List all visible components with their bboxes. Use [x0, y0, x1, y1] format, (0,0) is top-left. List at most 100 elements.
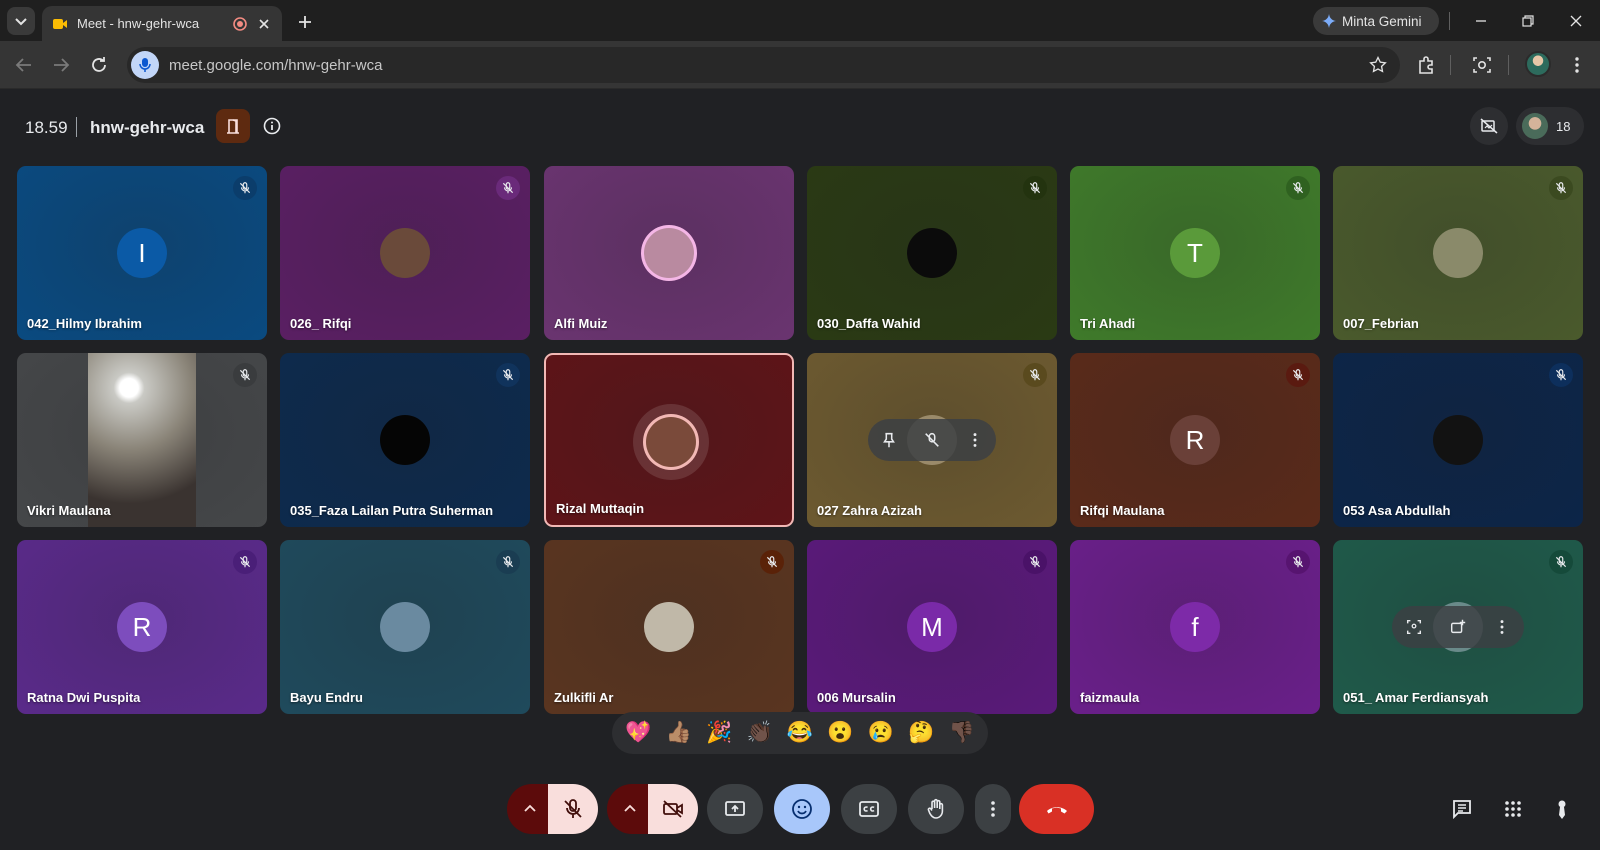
avatar: M — [907, 602, 957, 652]
browser-tab-meet[interactable]: Meet - hnw-gehr-wca — [42, 6, 282, 41]
raise-hand-button[interactable] — [908, 784, 964, 834]
reaction-thumbs-up[interactable]: 👍🏽 — [663, 721, 695, 745]
muted-indicator — [1023, 363, 1047, 387]
avatar: f — [1170, 602, 1220, 652]
more-vert-icon[interactable] — [966, 431, 984, 449]
participants-button[interactable]: 18 — [1516, 107, 1584, 145]
framing-icon[interactable] — [1405, 618, 1423, 636]
camera-toggle-button[interactable] — [648, 784, 698, 834]
address-bar[interactable]: meet.google.com/hnw-gehr-wca — [127, 47, 1400, 83]
participant-name: 035_Faza Lailan Putra Suherman — [290, 503, 494, 518]
profile-avatar[interactable] — [1525, 51, 1551, 77]
participant-tile[interactable]: Rizal Muttaqin — [544, 353, 794, 527]
participant-tile[interactable]: 026_ Rifqi — [280, 166, 530, 340]
bookmark-star-icon[interactable] — [1368, 55, 1388, 75]
muted-indicator — [496, 176, 520, 200]
muted-indicator — [496, 550, 520, 574]
avatar — [1522, 113, 1548, 139]
microphone-toggle-button[interactable] — [548, 784, 598, 834]
add-to-frame-icon[interactable] — [1449, 618, 1467, 636]
muted-indicator — [1023, 550, 1047, 574]
muted-indicator — [496, 363, 520, 387]
reaction-thinking[interactable]: 🤔 — [905, 721, 937, 745]
apps-grid-icon[interactable] — [1501, 797, 1525, 821]
mic-off-icon — [1029, 369, 1041, 381]
participant-video — [88, 353, 196, 527]
site-info-button[interactable] — [131, 51, 159, 79]
muted-indicator — [760, 550, 784, 574]
meeting-time: 18.59 — [25, 118, 68, 137]
participant-tile[interactable]: 035_Faza Lailan Putra Suherman — [280, 353, 530, 527]
reaction-party-popper[interactable]: 🎉 — [703, 721, 735, 745]
gemini-button[interactable]: Minta Gemini — [1313, 7, 1439, 35]
host-tools-lock-icon[interactable] — [1550, 797, 1574, 821]
more-options-button[interactable] — [975, 784, 1011, 834]
captions-button[interactable] — [841, 784, 897, 834]
participant-name: Bayu Endru — [290, 690, 363, 705]
participant-tile[interactable]: I 042_Hilmy Ibrahim — [17, 166, 267, 340]
more-vert-icon[interactable] — [1565, 53, 1589, 77]
participant-tile[interactable]: Zulkifli Ar — [544, 540, 794, 714]
participant-name: 027 Zahra Azizah — [817, 503, 923, 518]
close-tab-icon[interactable] — [256, 16, 272, 32]
participant-tile[interactable]: M 006 Mursalin — [807, 540, 1057, 714]
muted-indicator — [1286, 550, 1310, 574]
divider — [1450, 55, 1451, 75]
reaction-crying[interactable]: 😢 — [865, 721, 897, 745]
participant-name: 051_ Amar Ferdiansyah — [1343, 690, 1489, 705]
muted-indicator — [1023, 176, 1047, 200]
videocam-off-icon — [663, 800, 683, 818]
participant-tile[interactable]: f faizmaula — [1070, 540, 1320, 714]
reaction-surprised[interactable]: 😮 — [824, 721, 856, 745]
pin-icon[interactable] — [880, 431, 898, 449]
leave-call-button[interactable] — [1019, 784, 1094, 834]
participant-tile[interactable]: R Rifqi Maulana — [1070, 353, 1320, 527]
audio-options-button[interactable] — [507, 784, 553, 834]
participant-tile[interactable]: 027 Zahra Azizah — [807, 353, 1057, 527]
reaction-laughing[interactable]: 😂 — [784, 721, 816, 745]
reactions-button[interactable] — [774, 784, 830, 834]
self-view-camera-off-button[interactable] — [1470, 107, 1508, 145]
video-options-button[interactable] — [607, 784, 653, 834]
meeting-code: hnw-gehr-wca — [90, 118, 205, 137]
present-screen-button[interactable] — [707, 784, 763, 834]
participant-tile[interactable]: Alfi Muiz — [544, 166, 794, 340]
forward-arrow-icon[interactable] — [49, 53, 73, 77]
avatar-initial: I — [138, 237, 146, 268]
avatar — [1433, 415, 1483, 465]
minimize-icon[interactable] — [1470, 10, 1492, 32]
close-window-icon[interactable] — [1565, 10, 1587, 32]
participant-name: 042_Hilmy Ibrahim — [27, 316, 142, 331]
participant-tile[interactable]: Vikri Maulana — [17, 353, 267, 527]
reload-icon[interactable] — [87, 53, 111, 77]
avatar — [1433, 228, 1483, 278]
mic-off-icon — [1029, 182, 1041, 194]
more-vert-icon[interactable] — [1493, 618, 1511, 636]
tab-search-button[interactable] — [7, 7, 35, 35]
new-tab-icon[interactable] — [294, 11, 316, 33]
screen-capture-icon[interactable] — [1470, 53, 1494, 77]
participant-tile[interactable]: R Ratna Dwi Puspita — [17, 540, 267, 714]
gemini-label: Minta Gemini — [1342, 13, 1422, 29]
participant-tile[interactable]: 053 Asa Abdullah — [1333, 353, 1583, 527]
back-arrow-icon[interactable] — [12, 53, 36, 77]
avatar — [380, 415, 430, 465]
meeting-info-icon[interactable] — [262, 116, 282, 136]
restore-icon[interactable] — [1517, 10, 1539, 32]
participant-tile[interactable]: 007_Febrian — [1333, 166, 1583, 340]
extensions-puzzle-icon[interactable] — [1415, 53, 1439, 77]
avatar-initial: R — [132, 611, 152, 642]
reaction-thumbs-down[interactable]: 👎🏿 — [946, 721, 978, 745]
chat-icon[interactable] — [1450, 797, 1474, 821]
participant-tile[interactable]: 030_Daffa Wahid — [807, 166, 1057, 340]
muted-indicator — [233, 176, 257, 200]
participant-name: 007_Febrian — [1343, 316, 1419, 331]
host-controls-button[interactable] — [216, 109, 250, 143]
reaction-clapping[interactable]: 👏🏿 — [744, 721, 776, 745]
participant-tile[interactable]: Bayu Endru — [280, 540, 530, 714]
muted-indicator — [1549, 550, 1573, 574]
participant-tile[interactable]: 051_ Amar Ferdiansyah — [1333, 540, 1583, 714]
reaction-sparkling-heart[interactable]: 💖 — [622, 721, 654, 745]
mute-participant-icon[interactable] — [923, 431, 941, 449]
participant-tile[interactable]: T Tri Ahadi — [1070, 166, 1320, 340]
